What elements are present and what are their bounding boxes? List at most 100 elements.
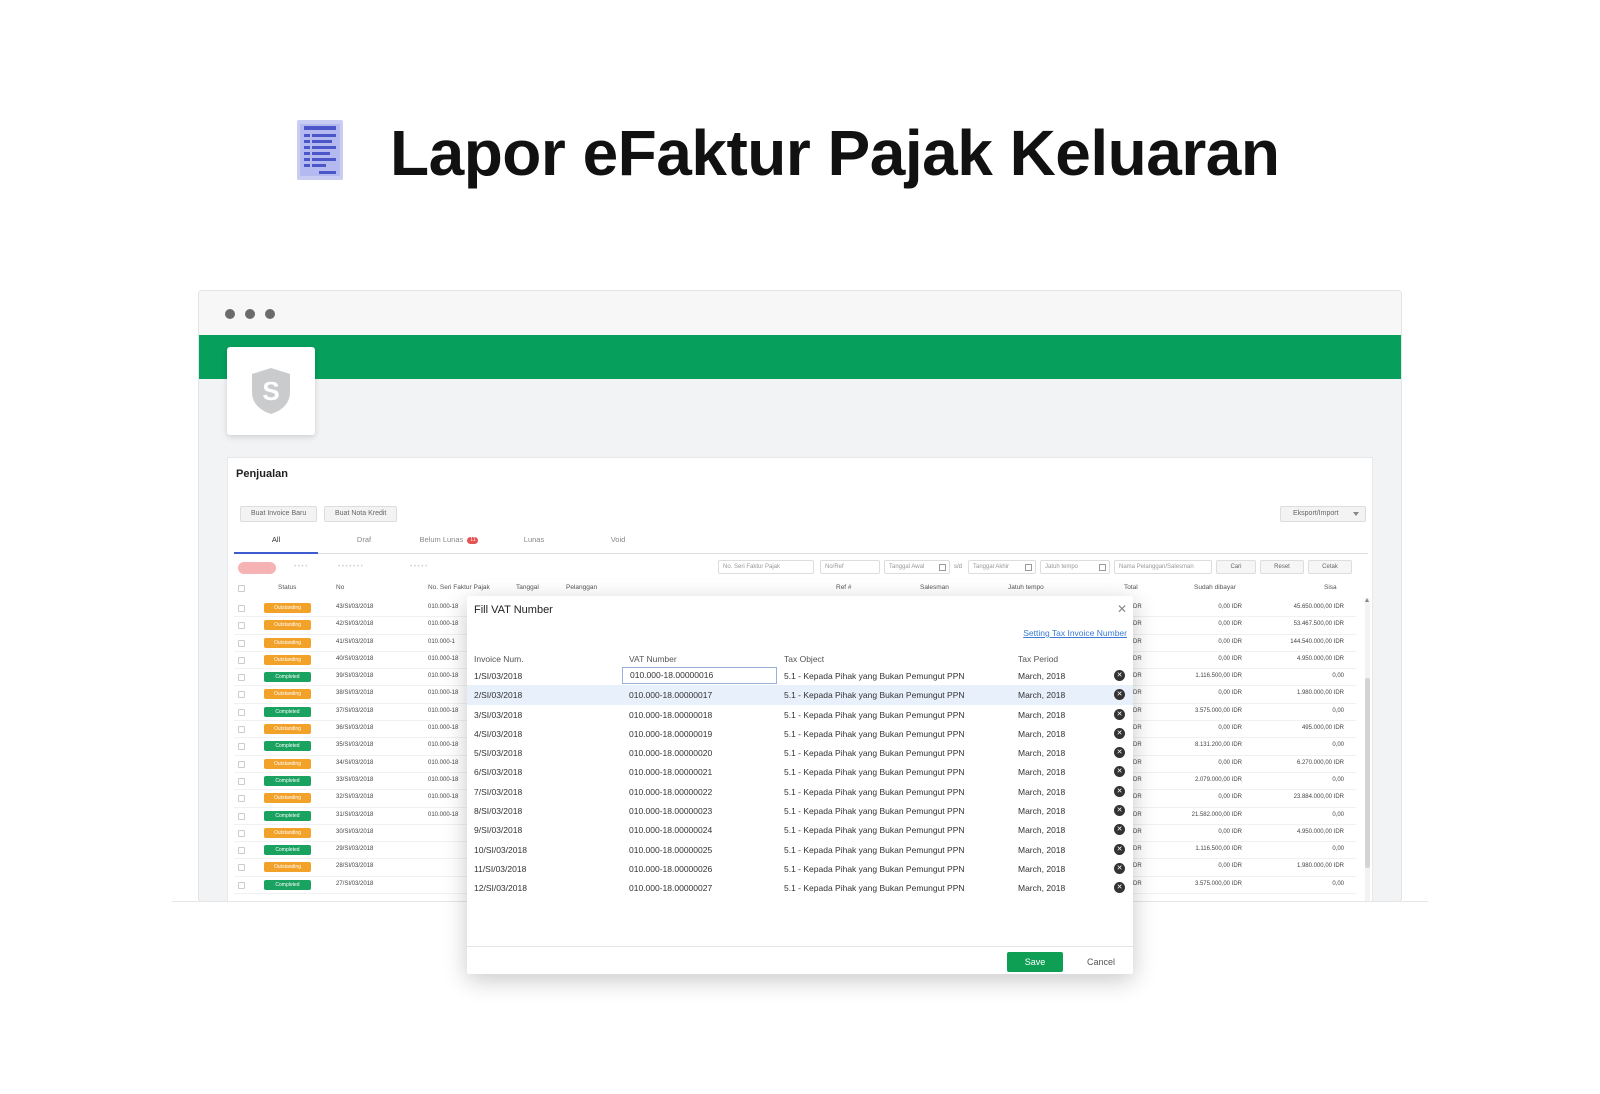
row-checkbox[interactable] [238, 708, 245, 716]
remove-row-icon[interactable]: ✕ [1114, 727, 1125, 739]
remove-row-icon[interactable]: ✕ [1114, 708, 1125, 720]
tax-period[interactable]: March, 2018 [1018, 729, 1065, 739]
tax-period[interactable]: March, 2018 [1018, 767, 1065, 777]
tax-object[interactable]: 5.1 - Kepada Pihak yang Bukan Pemungut P… [784, 806, 965, 816]
tax-object[interactable]: 5.1 - Kepada Pihak yang Bukan Pemungut P… [784, 710, 965, 720]
tax-object[interactable]: 5.1 - Kepada Pihak yang Bukan Pemungut P… [784, 671, 965, 681]
invoice-number[interactable]: 42/SI/03/2018 [336, 621, 373, 627]
reset-button[interactable]: Reset [1260, 560, 1304, 574]
row-checkbox[interactable] [238, 829, 245, 837]
row-checkbox[interactable] [238, 691, 245, 699]
customer-filter[interactable]: Nama Pelanggan/Salesman [1114, 560, 1212, 574]
remove-row-icon[interactable]: ✕ [1114, 805, 1125, 817]
tab-lunas[interactable]: Lunas [504, 534, 564, 554]
export-import-dropdown[interactable]: Eksport/Import [1280, 506, 1366, 522]
app-logo[interactable]: S [227, 347, 315, 435]
invoice-number[interactable]: 29/SI/03/2018 [336, 846, 373, 852]
cancel-button[interactable]: Cancel [1073, 952, 1129, 972]
vat-row[interactable]: 10/SI/03/2018 010.000-18.00000025 5.1 - Ke… [467, 840, 1133, 859]
credit-note-button[interactable]: Buat Nota Kredit [324, 506, 398, 522]
column-header[interactable]: Status [278, 584, 296, 591]
scroll-up-icon[interactable] [1365, 598, 1369, 602]
column-header[interactable]: Sisa [1324, 584, 1337, 591]
row-checkbox[interactable] [238, 864, 245, 872]
row-checkbox[interactable] [238, 847, 245, 855]
remove-row-icon[interactable]: ✕ [1114, 824, 1125, 836]
tax-object[interactable]: 5.1 - Kepada Pihak yang Bukan Pemungut P… [784, 845, 965, 855]
vat-row[interactable]: 2/SI/03/2018 010.000-18.00000017 5.1 - Kep… [467, 685, 1133, 705]
remove-row-icon[interactable]: ✕ [1114, 747, 1125, 759]
new-invoice-button[interactable]: Buat Invoice Baru [240, 506, 318, 522]
tax-period[interactable]: March, 2018 [1018, 690, 1065, 700]
vat-number[interactable]: 010.000-18.00000025 [629, 845, 712, 855]
column-header[interactable]: No. Seri Faktur Pajak [428, 584, 490, 591]
start-date-filter[interactable]: Tanggal Awal [884, 560, 950, 574]
column-header[interactable]: Ref # [836, 584, 852, 591]
vat-number[interactable]: 010.000-18.00000024 [629, 825, 712, 835]
tax-period[interactable]: March, 2018 [1018, 825, 1065, 835]
invoice-number[interactable]: 40/SI/03/2018 [336, 656, 373, 662]
invoice-number[interactable]: 39/SI/03/2018 [336, 673, 373, 679]
vat-number[interactable]: 010.000-18.00000020 [629, 748, 712, 758]
vat-number[interactable]: 010.000-18.00000018 [629, 710, 712, 720]
invoice-number[interactable]: 33/SI/03/2018 [336, 777, 373, 783]
column-header[interactable]: Salesman [920, 584, 949, 591]
select-all-checkbox[interactable] [238, 585, 245, 592]
row-checkbox[interactable] [238, 812, 245, 820]
column-header[interactable]: Total [1124, 584, 1138, 591]
search-button[interactable]: Cari [1216, 560, 1256, 574]
invoice-number[interactable]: 41/SI/03/2018 [336, 639, 373, 645]
invoice-number[interactable]: 34/SI/03/2018 [336, 760, 373, 766]
row-checkbox[interactable] [238, 777, 245, 785]
invoice-number[interactable]: 35/SI/03/2018 [336, 742, 373, 748]
tax-object[interactable]: 5.1 - Kepada Pihak yang Bukan Pemungut P… [784, 729, 965, 739]
vat-row[interactable]: 8/SI/03/2018 010.000-18.00000023 5.1 - Kep… [467, 801, 1133, 820]
invoice-number[interactable]: 27/SI/03/2018 [336, 881, 373, 887]
vat-row[interactable]: 3/SI/03/2018 010.000-18.00000018 5.1 - Kep… [467, 705, 1133, 724]
save-button[interactable]: Save [1007, 952, 1063, 972]
tax-object[interactable]: 5.1 - Kepada Pihak yang Bukan Pemungut P… [784, 883, 965, 893]
column-header[interactable]: Jatuh tempo [1008, 584, 1044, 591]
column-header[interactable]: Tanggal [516, 584, 539, 591]
tax-period[interactable]: March, 2018 [1018, 671, 1065, 681]
invoice-number[interactable]: 32/SI/03/2018 [336, 794, 373, 800]
invoice-number[interactable]: 28/SI/03/2018 [336, 863, 373, 869]
remove-row-icon[interactable]: ✕ [1114, 785, 1125, 797]
row-checkbox[interactable] [238, 881, 245, 889]
invoice-number[interactable]: 30/SI/03/2018 [336, 829, 373, 835]
vat-row[interactable]: 9/SI/03/2018 010.000-18.00000024 5.1 - Kep… [467, 820, 1133, 839]
close-icon[interactable]: ✕ [1117, 602, 1127, 616]
window-dot-icon[interactable] [245, 309, 255, 319]
tab-draf[interactable]: Draf [334, 534, 394, 554]
scroll-thumb[interactable] [1365, 678, 1370, 868]
print-button[interactable]: Cetak [1308, 560, 1352, 574]
row-checkbox[interactable] [238, 656, 245, 664]
vat-row[interactable]: 1/SI/03/2018 010.000-18.00000016 5.1 - Kep… [467, 666, 1133, 685]
tax-object[interactable]: 5.1 - Kepada Pihak yang Bukan Pemungut P… [784, 825, 965, 835]
vat-number[interactable]: 010.000-18.00000027 [629, 883, 712, 893]
window-dot-icon[interactable] [225, 309, 235, 319]
tax-period[interactable]: March, 2018 [1018, 883, 1065, 893]
remove-row-icon[interactable]: ✕ [1114, 843, 1125, 855]
tax-period[interactable]: March, 2018 [1018, 806, 1065, 816]
vat-number[interactable]: 010.000-18.00000021 [629, 767, 712, 777]
row-checkbox[interactable] [238, 639, 245, 647]
remove-row-icon[interactable]: ✕ [1114, 882, 1125, 894]
row-checkbox[interactable] [238, 760, 245, 768]
invoice-number[interactable]: 38/SI/03/2018 [336, 690, 373, 696]
tax-period[interactable]: March, 2018 [1018, 710, 1065, 720]
remove-row-icon[interactable]: ✕ [1114, 766, 1125, 778]
vat-number-input[interactable]: 010.000-18.00000016 [622, 667, 777, 684]
column-header[interactable]: Pelanggan [566, 584, 597, 591]
vat-number[interactable]: 010.000-18.00000023 [629, 806, 712, 816]
tax-period[interactable]: March, 2018 [1018, 864, 1065, 874]
no-ref-filter[interactable]: No/Ref [820, 560, 880, 574]
window-dot-icon[interactable] [265, 309, 275, 319]
seri-faktur-filter[interactable]: No. Seri Faktur Pajak [718, 560, 814, 574]
vat-number[interactable]: 010.000-18.00000019 [629, 729, 712, 739]
row-checkbox[interactable] [238, 674, 245, 682]
row-checkbox[interactable] [238, 743, 245, 751]
vat-number[interactable]: 010.000-18.00000026 [629, 864, 712, 874]
invoice-number[interactable]: 43/SI/03/2018 [336, 604, 373, 610]
setting-tax-invoice-link[interactable]: Setting Tax Invoice Number [1023, 628, 1127, 638]
